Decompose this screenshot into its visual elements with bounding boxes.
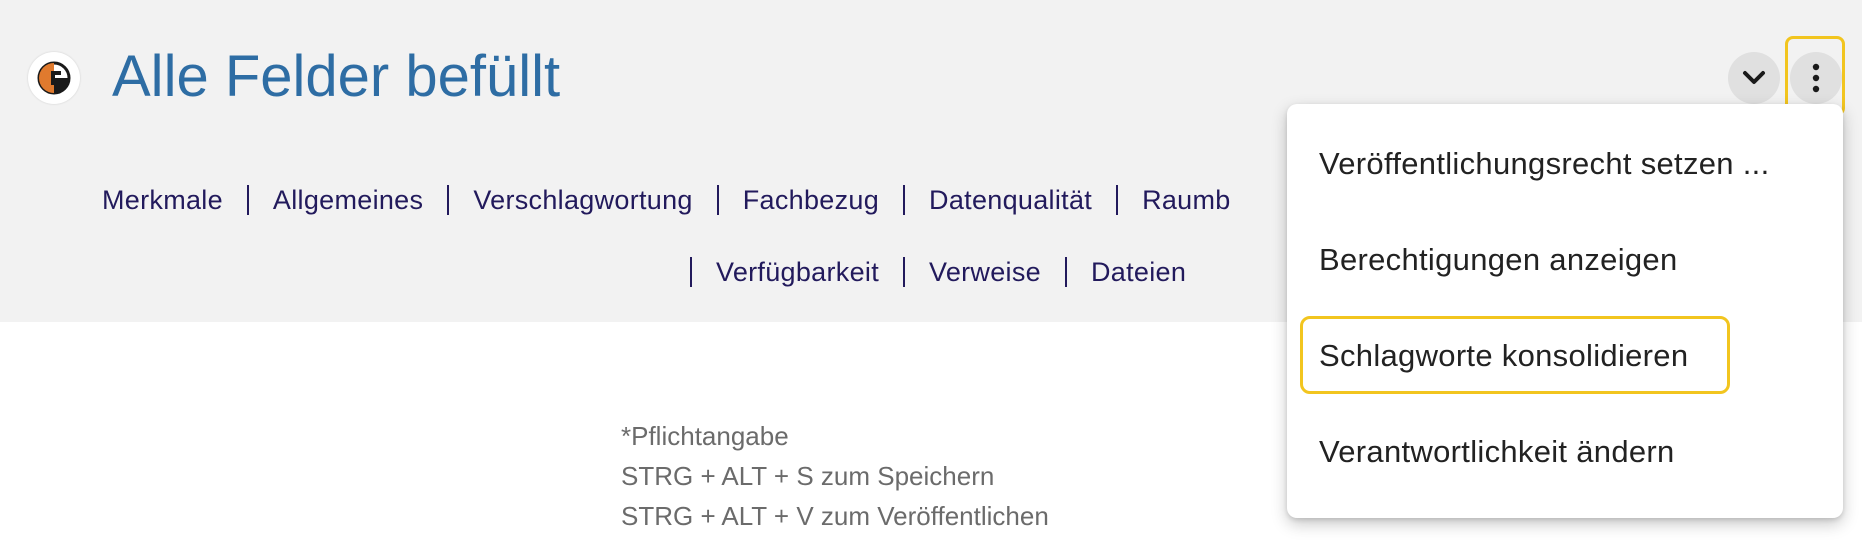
nav-link-merkmale[interactable]: Merkmale [102, 185, 223, 216]
more-vert-icon [1812, 63, 1820, 93]
logo-icon [37, 61, 71, 95]
menu-item-show-permissions[interactable]: Berechtigungen anzeigen [1319, 242, 1678, 278]
nav-separator [903, 257, 905, 287]
nav-separator [690, 257, 692, 287]
save-shortcut-hint: STRG + ALT + S zum Speichern [621, 461, 995, 491]
nav-separator [246, 185, 249, 215]
nav-link-raumbezug[interactable]: Raumb [1142, 185, 1231, 216]
more-options-button[interactable] [1790, 52, 1842, 104]
nav-separator [1064, 257, 1067, 287]
nav-separator [903, 185, 906, 215]
chevron-down-icon [1743, 71, 1765, 84]
nav-link-fachbezug[interactable]: Fachbezug [743, 185, 879, 216]
required-field-hint: *Pflichtangabe [621, 421, 789, 451]
nav-separator [1116, 185, 1119, 215]
menu-item-set-publication-right[interactable]: Veröffentlichungsrecht setzen ... [1319, 146, 1769, 182]
nav-link-dateien[interactable]: Dateien [1091, 257, 1186, 288]
nav-link-datenqualitaet[interactable]: Datenqualität [929, 185, 1092, 216]
nav-link-allgemeines[interactable]: Allgemeines [273, 185, 423, 216]
section-nav-row-1: Merkmale Allgemeines Verschlagwortung Fa… [102, 180, 1231, 220]
menu-item-focus-outline [1300, 316, 1730, 394]
nav-separator [716, 185, 719, 215]
nav-link-verweise[interactable]: Verweise [929, 257, 1041, 288]
keyboard-hints: *Pflichtangabe STRG + ALT + S zum Speich… [621, 416, 1049, 536]
expand-button[interactable] [1728, 52, 1780, 104]
nav-link-verfuegbarkeit[interactable]: Verfügbarkeit [716, 257, 879, 288]
more-options-menu: Veröffentlichungsrecht setzen ... Berech… [1287, 104, 1843, 518]
publish-shortcut-hint: STRG + ALT + V zum Veröffentlichen [621, 501, 1049, 531]
menu-item-change-responsibility[interactable]: Verantwortlichkeit ändern [1319, 434, 1675, 470]
nav-separator [447, 185, 450, 215]
nav-link-verschlagwortung[interactable]: Verschlagwortung [473, 185, 692, 216]
section-nav-row-2: Verfügbarkeit Verweise Dateien [690, 252, 1186, 292]
app-logo [28, 52, 80, 104]
page-title: Alle Felder befüllt [112, 44, 561, 109]
